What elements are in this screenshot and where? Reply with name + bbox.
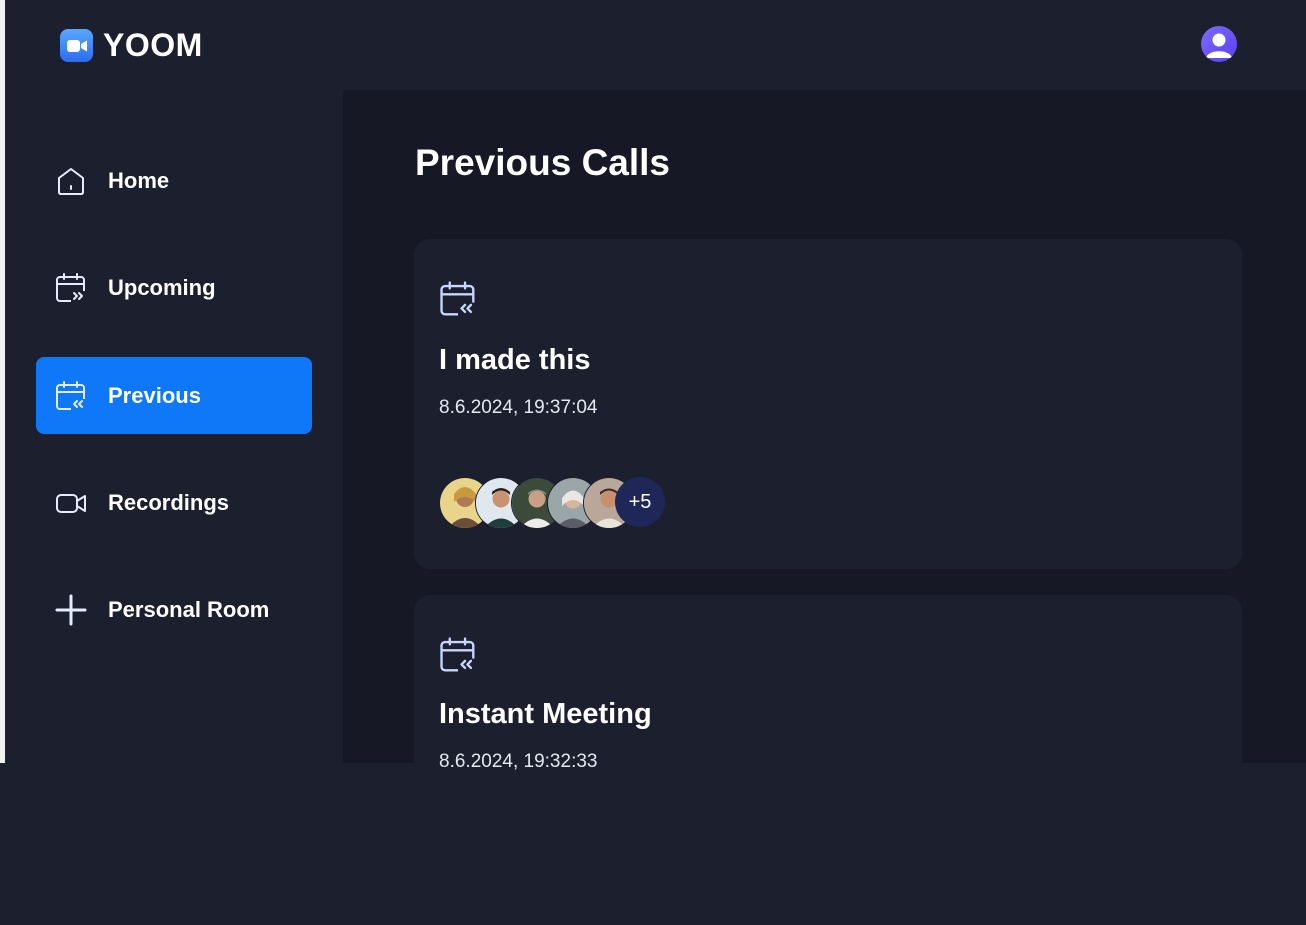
call-card[interactable]: I made this 8.6.2024, 19:37:04 +5 [414, 239, 1242, 569]
app-name: YOOM [103, 27, 203, 63]
video-icon [56, 494, 86, 513]
user-avatar[interactable] [1201, 26, 1237, 62]
sidebar-item-label: Personal Room [108, 596, 270, 622]
home-icon [58, 168, 84, 195]
call-title: Instant Meeting [439, 698, 652, 730]
sidebar-item-label: Recordings [108, 489, 230, 515]
sidebar-item-personal-room[interactable]: Personal Room [36, 571, 312, 648]
calendar-forward-icon [56, 273, 88, 305]
call-date: 8.6.2024, 19:32:33 [439, 751, 598, 772]
more-attendees-badge: +5 [615, 477, 665, 527]
sidebar-item-previous[interactable]: Previous [36, 357, 312, 434]
video-camera-logo-icon [60, 29, 93, 62]
sidebar-item-label: Previous [108, 382, 201, 408]
sidebar-item-label: Upcoming [108, 274, 216, 300]
user-icon [1206, 33, 1232, 58]
sidebar-item-upcoming[interactable]: Upcoming [36, 249, 312, 326]
calendar-back-icon [440, 281, 478, 319]
sidebar-item-home[interactable]: Home [36, 142, 312, 219]
call-date: 8.6.2024, 19:37:04 [439, 397, 598, 418]
sidebar-item-label: Home [108, 167, 170, 193]
sidebar-item-recordings[interactable]: Recordings [36, 464, 312, 541]
top-navbar: YOOM [5, 0, 1306, 90]
calendar-back-icon [440, 637, 478, 675]
calendar-back-icon [56, 381, 88, 413]
sidebar: Home Upcoming Previous Recordings Person… [5, 90, 343, 763]
main-content: Previous Calls I made this 8.6.2024, 19:… [343, 90, 1306, 925]
app-logo[interactable]: YOOM [60, 27, 203, 64]
call-title: I made this [439, 344, 591, 376]
call-card[interactable]: Instant Meeting 8.6.2024, 19:32:33 [414, 595, 1242, 925]
page-title: Previous Calls [415, 142, 671, 183]
attendee-avatars: +5 [439, 477, 679, 529]
plus-icon [55, 594, 87, 626]
